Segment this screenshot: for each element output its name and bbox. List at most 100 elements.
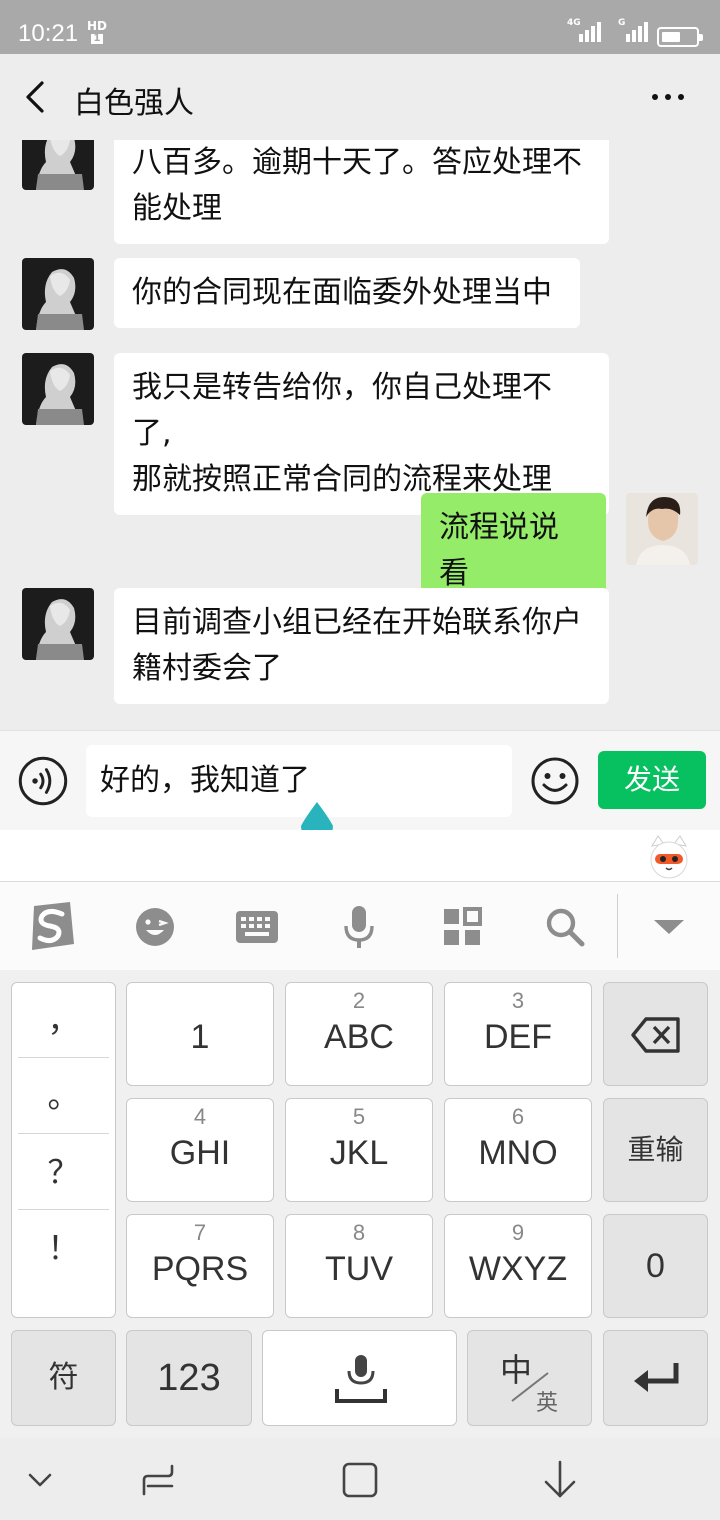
key-9[interactable]: 9 WXYZ <box>444 1214 592 1318</box>
sogou-logo-icon[interactable] <box>26 900 78 952</box>
system-nav-bar <box>0 1438 720 1520</box>
backspace-key[interactable] <box>603 982 708 1086</box>
more-horizontal-icon[interactable] <box>648 84 688 110</box>
symbol-key[interactable]: 符 <box>11 1330 116 1426</box>
message-text: 八百多。逾期十天了。答应处理不 <box>132 145 582 180</box>
nav-recent-icon[interactable] <box>138 1458 182 1502</box>
contact-avatar[interactable] <box>22 140 94 190</box>
key-4[interactable]: 4 GHI <box>126 1098 274 1202</box>
key-letters: 1 <box>190 1018 210 1056</box>
punct-key[interactable]: ？ <box>18 1135 109 1210</box>
key-letters: MNO <box>478 1134 558 1172</box>
key-number: 4 <box>193 1104 207 1129</box>
key-5[interactable]: 5 JKL <box>285 1098 433 1202</box>
collapse-down-icon[interactable] <box>644 902 694 952</box>
key-number: 7 <box>193 1220 207 1245</box>
key-letters: JKL <box>329 1134 389 1172</box>
key-number: 6 <box>511 1104 525 1129</box>
status-time: 10:21 <box>18 20 79 47</box>
zero-label: 0 <box>646 1247 665 1285</box>
key-8[interactable]: 8 TUV <box>285 1214 433 1318</box>
ime-mascot-icon[interactable] <box>646 834 692 880</box>
key-number: 8 <box>352 1220 366 1245</box>
hd-sub-label: 1 <box>91 34 103 44</box>
voice-input-icon[interactable] <box>18 756 68 806</box>
key-number: 9 <box>511 1220 525 1245</box>
key-letters: TUV <box>325 1250 393 1288</box>
network-type-2: G <box>618 18 626 28</box>
message-text: 能处理 <box>132 191 222 226</box>
keyboard-icon[interactable] <box>232 902 282 952</box>
symbol-label: 符 <box>48 1360 79 1395</box>
network-type-1: 4G <box>567 18 581 28</box>
chevron-left-icon[interactable] <box>20 80 52 114</box>
key-letters: ABC <box>324 1018 394 1056</box>
key-letters: PQRS <box>151 1250 249 1288</box>
emoji-icon[interactable] <box>530 756 580 806</box>
hd-label: HD <box>86 19 107 33</box>
message-text: 我只是转告给你，你自己处理不了, <box>132 370 552 451</box>
key-letters: WXYZ <box>468 1250 568 1288</box>
page-title: 白色强人 <box>74 87 194 120</box>
t9-keyboard: ， 。 ？ ！ 1 2 ABC 3 DEF 4 GHI 5 JKL 6 MNO … <box>0 970 720 1438</box>
apps-grid-icon[interactable] <box>437 902 487 952</box>
emoticon-icon[interactable] <box>130 902 180 952</box>
punctuation-column[interactable]: ， 。 ？ ！ <box>11 982 116 1318</box>
nav-back-icon[interactable] <box>538 1458 582 1502</box>
message-text: 目前调查小组已经在开始联系你户 <box>132 605 582 640</box>
space-key[interactable] <box>262 1330 457 1426</box>
message-bubble[interactable]: 我只是转告给你，你自己处理不了, 那就按照正常合同的流程来处理 <box>114 353 609 515</box>
key-0[interactable]: 0 <box>603 1214 708 1318</box>
ime-candidate-strip <box>0 830 720 882</box>
nav-home-icon[interactable] <box>338 1458 382 1502</box>
key-letters: GHI <box>169 1134 231 1172</box>
space-mic-icon <box>335 1355 387 1403</box>
key-7[interactable]: 7 PQRS <box>126 1214 274 1318</box>
contact-avatar[interactable] <box>22 258 94 330</box>
message-text: 籍村委会了 <box>132 651 282 686</box>
message-bubble[interactable]: 目前调查小组已经在开始联系你户 籍村委会了 <box>114 588 609 704</box>
key-number: 2 <box>352 988 366 1013</box>
message-input-bar: 好的，我知道了 发送 <box>0 730 720 830</box>
battery-icon <box>657 27 703 47</box>
key-6[interactable]: 6 MNO <box>444 1098 592 1202</box>
microphone-icon[interactable] <box>334 902 384 952</box>
punct-key[interactable]: ！ <box>18 1211 109 1286</box>
numbers-label: 123 <box>157 1357 221 1399</box>
contact-avatar[interactable] <box>22 588 94 660</box>
key-letters: DEF <box>484 1018 552 1056</box>
chat-header: 白色强人 <box>0 54 720 140</box>
key-2[interactable]: 2 ABC <box>285 982 433 1086</box>
signal-icon-2: G <box>616 18 656 48</box>
lang-sub-label: 英 <box>536 1391 559 1416</box>
message-list[interactable]: 八百多。逾期十天了。答应处理不 能处理 你的合同现在面临委外处理当中 我只是转告… <box>0 140 720 730</box>
nav-down-icon[interactable] <box>18 1458 62 1502</box>
key-number: 5 <box>352 1104 366 1129</box>
backspace-icon <box>631 1017 680 1053</box>
message-text: 你的合同现在面临委外处理当中 <box>132 275 552 310</box>
punct-key[interactable]: 。 <box>18 1059 109 1134</box>
reinput-label: 重输 <box>627 1133 684 1166</box>
message-text: 流程说说看 <box>439 510 559 591</box>
numbers-key[interactable]: 123 <box>126 1330 252 1426</box>
key-1[interactable]: 1 <box>126 982 274 1086</box>
send-button[interactable]: 发送 <box>598 751 706 809</box>
toolbar-divider <box>617 894 618 958</box>
message-bubble[interactable]: 你的合同现在面临委外处理当中 <box>114 258 580 328</box>
language-switch-key[interactable]: 中 英 <box>467 1330 592 1426</box>
contact-avatar[interactable] <box>22 353 94 425</box>
my-avatar[interactable] <box>626 493 698 565</box>
hd-indicator: HD 1 <box>86 20 108 44</box>
search-icon[interactable] <box>540 902 590 952</box>
punct-key[interactable]: ， <box>18 983 109 1058</box>
enter-key[interactable] <box>603 1330 708 1426</box>
ime-toolbar <box>0 882 720 970</box>
enter-icon <box>634 1363 679 1392</box>
key-3[interactable]: 3 DEF <box>444 982 592 1086</box>
reinput-key[interactable]: 重输 <box>603 1098 708 1202</box>
status-bar: 10:21 HD 1 4G G <box>0 0 720 54</box>
signal-icon: 4G <box>565 18 605 48</box>
message-bubble[interactable]: 八百多。逾期十天了。答应处理不 能处理 <box>114 140 609 244</box>
battery-level <box>662 32 680 42</box>
key-number: 3 <box>511 988 525 1013</box>
